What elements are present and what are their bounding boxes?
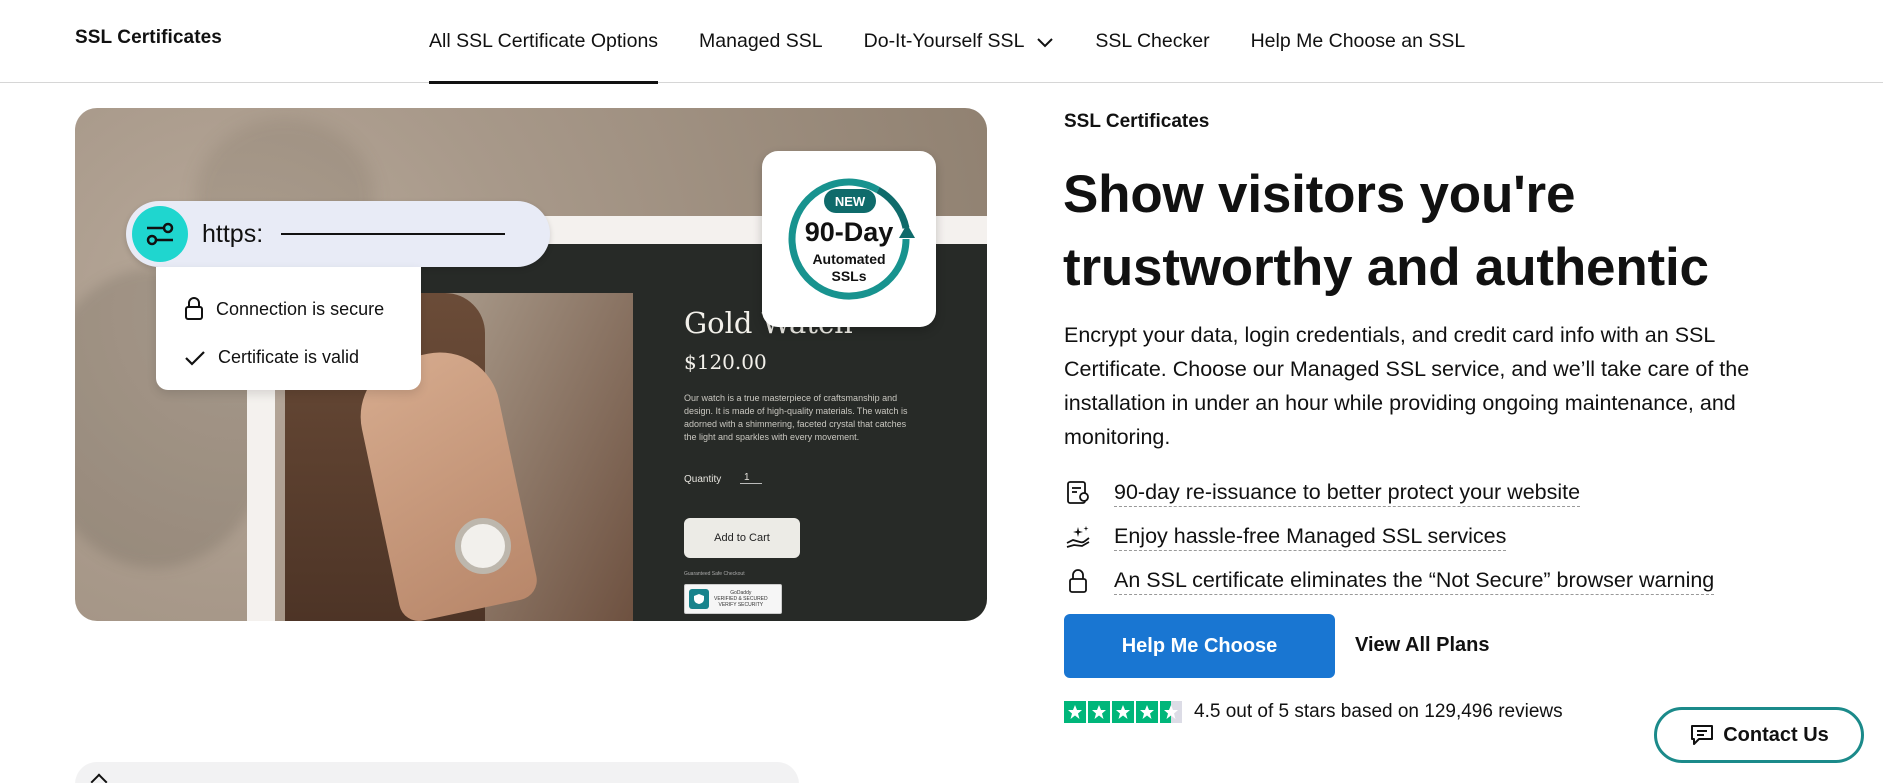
top-navigation: SSL Certificates All SSL Certificate Opt… [0,0,1883,84]
quantity-label: Quantity [684,474,722,485]
badge-subtitle-line: SSLs [831,268,867,284]
star-icon [1088,701,1110,723]
star-rating [1064,701,1184,723]
nav-link-label: SSL Checker [1095,30,1210,52]
badge-title: 90-Day [804,217,894,247]
seal-line: VERIFY SECURITY [718,602,764,608]
chevron-down-icon [1037,37,1054,47]
security-check-label: Certificate is valid [218,347,360,367]
checkmark-icon [185,350,205,366]
quantity-value: 1 [740,472,762,484]
security-check-row: Connection is secure [184,297,384,321]
nav-link-diy-ssl[interactable]: Do-It-Yourself SSL [864,0,1055,83]
nav-link-all-ssl-options[interactable]: All SSL Certificate Options [429,0,659,84]
feature-item: 90-day re-issuance to better protect you… [1064,471,1714,515]
feature-list: 90-day re-issuance to better protect you… [1064,471,1715,603]
brand-title[interactable]: SSL Certificates [75,27,222,49]
feature-label[interactable]: 90-day re-issuance to better protect you… [1114,480,1581,507]
security-check-row: Certificate is valid [184,347,359,368]
feature-item: An SSL certificate eliminates the “Not S… [1064,559,1715,603]
feature-item: Enjoy hassle-free Managed SSL services [1064,515,1714,559]
nav-link-help-me-choose[interactable]: Help Me Choose an SSL [1251,0,1466,83]
nav-links: All SSL Certificate Options Managed SSL … [429,0,1506,84]
nav-link-label: Help Me Choose an SSL [1250,30,1466,52]
section-eyebrow: SSL Certificates [1064,111,1210,132]
product-description: Our watch is a true masterpiece of craft… [684,393,908,442]
checkout-label: Guaranteed Safe Checkout [684,571,745,577]
badge-subtitle-line: Automated [812,251,886,267]
contact-us-button[interactable]: Contact Us [1654,707,1864,763]
bottom-section-card [75,762,799,783]
seal-text: GoDaddy VERIFIED & SECURED VERIFY SECURI… [714,590,768,608]
add-to-cart-mock-button: Add to Cart [684,518,800,558]
rating-text: 4.5 out of 5 stars based on 129,496 revi… [1194,701,1563,722]
site-settings-icon [132,206,188,262]
contact-us-label: Contact Us [1723,723,1829,746]
shield-icon [689,589,709,609]
nav-link-label: Do-It-Yourself SSL [863,30,1025,52]
security-info-card: Connection is secure Certificate is vali… [156,267,421,390]
feature-label[interactable]: An SSL certificate eliminates the “Not S… [1114,568,1715,595]
page-title: Show visitors you're trustworthy and aut… [1063,165,1709,297]
lock-icon [185,297,203,320]
help-me-choose-button[interactable]: Help Me Choose [1064,614,1335,678]
url-prefix: https: [202,219,264,248]
watch-face [455,518,511,574]
product-price: $120.00 [684,350,767,374]
lock-icon [1069,569,1087,593]
trustpilot-rating[interactable]: 4.5 out of 5 stars based on 129,496 revi… [1064,701,1563,723]
90-day-ssl-badge: NEW 90-Day Automated SSLs [762,151,936,327]
security-check-label: Connection is secure [216,298,385,319]
url-bar-mock: https: [126,201,550,267]
badge-subtitle: Automated SSLs [762,251,936,285]
half-star-icon [1160,701,1182,723]
chevron-up-icon [90,773,108,783]
certificate-icon [1067,481,1089,504]
star-icon [1112,701,1134,723]
nav-link-label: All SSL Certificate Options [429,30,659,52]
chat-bubble-icon [1691,725,1714,745]
new-tag: NEW [824,189,876,213]
hero-illustration: Gold Watch $120.00 Our watch is a true m… [75,108,987,621]
nav-link-ssl-checker[interactable]: SSL Checker [1095,0,1209,83]
nav-link-managed-ssl[interactable]: Managed SSL [699,0,823,83]
url-line [281,233,506,235]
star-icon [1136,701,1158,723]
intro-paragraph: Encrypt your data, login credentials, an… [1064,323,1750,449]
sparkle-hand-icon [1066,526,1090,548]
feature-label[interactable]: Enjoy hassle-free Managed SSL services [1114,524,1507,551]
view-all-plans-link[interactable]: View All Plans [1355,634,1490,657]
secure-seal: GoDaddy VERIFIED & SECURED VERIFY SECURI… [684,584,782,614]
nav-link-label: Managed SSL [699,30,823,52]
star-icon [1064,701,1086,723]
